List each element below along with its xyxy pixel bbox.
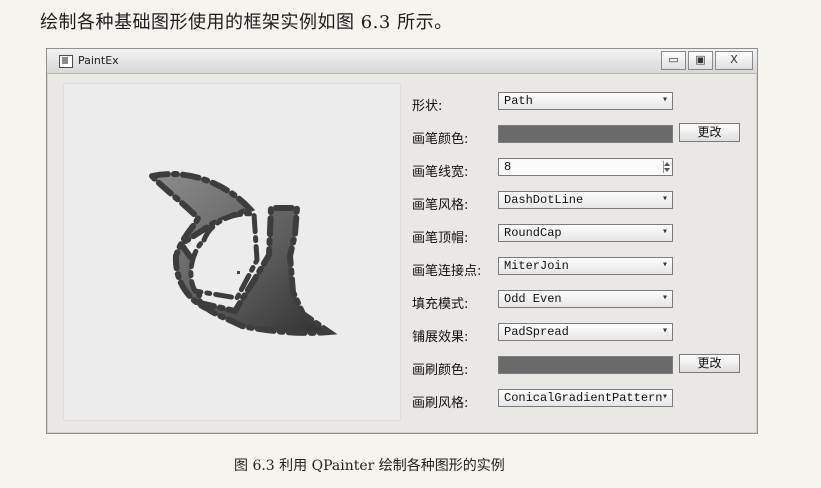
fill-mode-row: 填充模式: Odd Even bbox=[411, 287, 751, 317]
pen-color-row: 画笔颜色: 更改 bbox=[411, 122, 751, 152]
spread-dropdown[interactable]: PadSpread bbox=[498, 323, 673, 341]
change-pen-color-button[interactable]: 更改 bbox=[679, 123, 740, 142]
fill-mode-label: 填充模式: bbox=[412, 297, 469, 312]
fill-mode-dropdown[interactable]: Odd Even bbox=[498, 290, 673, 308]
minimize-button[interactable]: ▭ bbox=[661, 51, 686, 70]
window-title: PaintEx bbox=[78, 54, 119, 67]
pen-width-label: 画笔线宽: bbox=[412, 165, 469, 180]
figure-caption: 图 6.3 利用 QPainter 绘制各种图形的实例 bbox=[234, 458, 505, 474]
pen-cap-label: 画笔顶帽: bbox=[412, 231, 469, 246]
pen-join-label: 画笔连接点: bbox=[412, 264, 482, 279]
brush-style-dropdown[interactable]: ConicalGradientPattern bbox=[498, 389, 673, 407]
pen-color-label: 画笔颜色: bbox=[412, 132, 469, 147]
brush-color-row: 画刷颜色: 更改 bbox=[411, 353, 751, 383]
brush-style-row: 画刷风格: ConicalGradientPattern bbox=[411, 386, 751, 416]
pen-join-row: 画笔连接点: MiterJoin bbox=[411, 254, 751, 284]
pen-join-dropdown[interactable]: MiterJoin bbox=[498, 257, 673, 275]
pen-color-swatch bbox=[498, 125, 673, 143]
pen-cap-row: 画笔顶帽: RoundCap bbox=[411, 221, 751, 251]
app-icon bbox=[59, 55, 73, 68]
title-bar: PaintEx ▭ ▣ X bbox=[47, 49, 757, 74]
window-controls: ▭ ▣ X bbox=[661, 51, 753, 70]
center-dot bbox=[237, 271, 240, 274]
pen-style-label: 画笔风格: bbox=[412, 198, 469, 213]
pen-width-value: 8 bbox=[504, 160, 512, 174]
shape-dropdown[interactable]: Path bbox=[498, 92, 673, 110]
shape-drawing bbox=[146, 171, 338, 336]
pen-cap-dropdown[interactable]: RoundCap bbox=[498, 224, 673, 242]
intro-text: 绘制各种基础图形使用的框架实例如图 6.3 所示。 bbox=[40, 12, 453, 33]
close-button[interactable]: X bbox=[715, 51, 753, 70]
paintex-window: PaintEx ▭ ▣ X 形状: Path 画笔颜色: bbox=[46, 48, 758, 434]
brush-color-swatch bbox=[498, 356, 673, 374]
pen-style-dropdown[interactable]: DashDotLine bbox=[498, 191, 673, 209]
spin-arrows-icon[interactable] bbox=[663, 161, 670, 173]
spread-label: 铺展效果: bbox=[412, 330, 469, 345]
shape-row: 形状: Path bbox=[411, 89, 751, 119]
brush-color-label: 画刷颜色: bbox=[412, 363, 469, 378]
pen-width-row: 画笔线宽: 8 bbox=[411, 155, 751, 185]
pen-width-spinbox[interactable]: 8 bbox=[498, 158, 673, 176]
settings-panel: 形状: Path 画笔颜色: 更改 画笔线宽: 8 画笔风格: DashDotL… bbox=[411, 79, 751, 419]
shape-label: 形状: bbox=[412, 99, 443, 114]
maximize-button[interactable]: ▣ bbox=[688, 51, 713, 70]
pen-style-row: 画笔风格: DashDotLine bbox=[411, 188, 751, 218]
spread-row: 铺展效果: PadSpread bbox=[411, 320, 751, 350]
brush-style-label: 画刷风格: bbox=[412, 396, 469, 411]
change-brush-color-button[interactable]: 更改 bbox=[679, 354, 740, 373]
paint-canvas bbox=[63, 83, 401, 421]
